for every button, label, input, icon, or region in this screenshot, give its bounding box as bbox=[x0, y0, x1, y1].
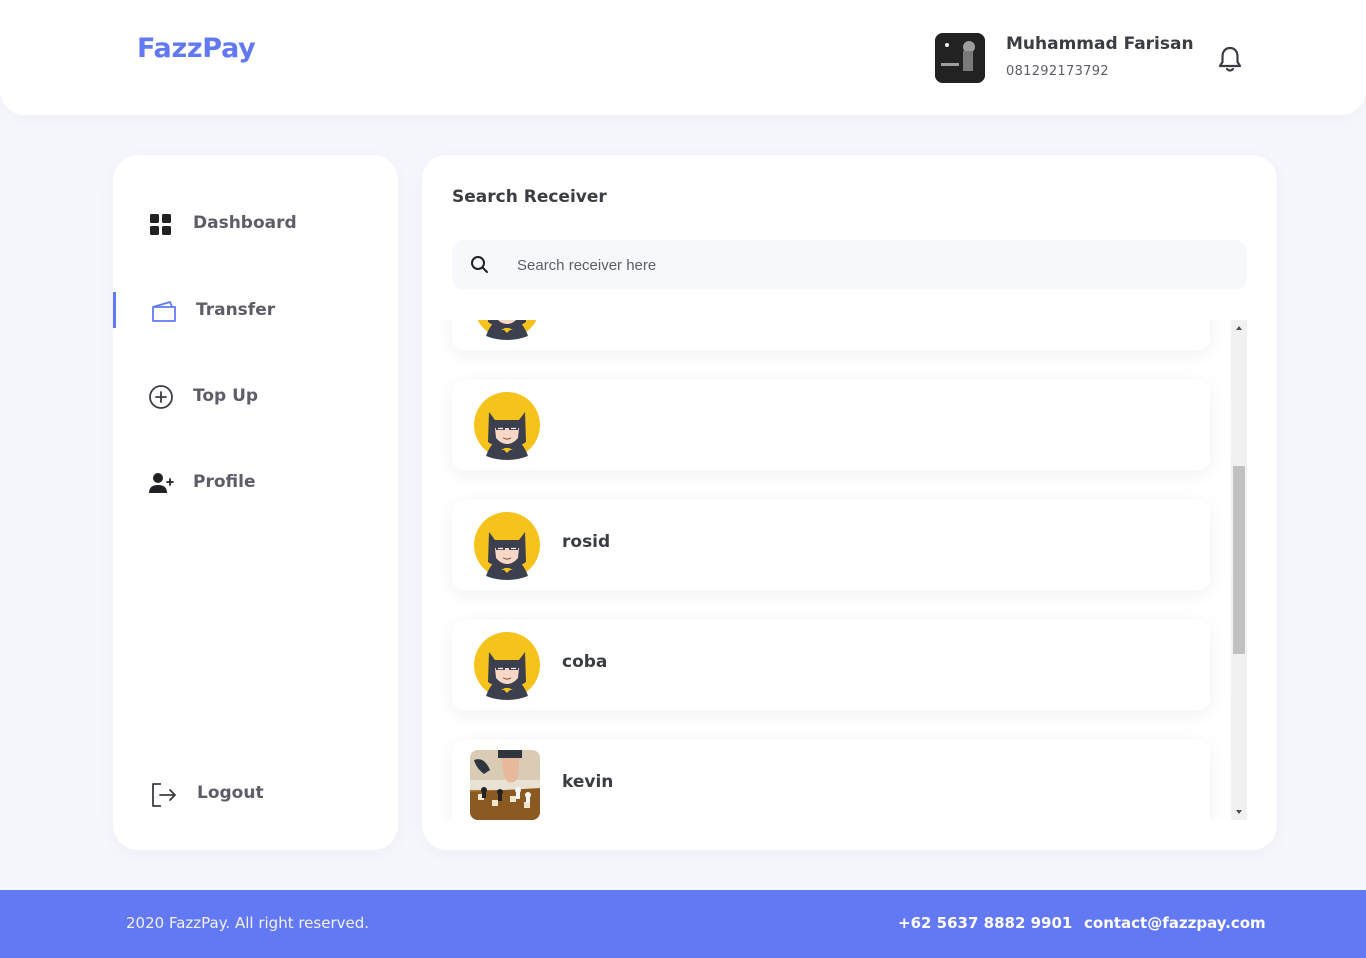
search-icon bbox=[470, 255, 490, 275]
user-phone: 081292173792 bbox=[1006, 64, 1109, 79]
sidebar-item-topup[interactable]: Top Up bbox=[113, 376, 398, 416]
scrollbar-thumb[interactable] bbox=[1233, 466, 1245, 654]
footer-email[interactable]: contact@fazzpay.com bbox=[1084, 914, 1266, 932]
receiver-card[interactable]: coba bbox=[452, 620, 1210, 710]
bell-icon[interactable] bbox=[1216, 44, 1244, 74]
user-avatar[interactable] bbox=[935, 33, 985, 83]
batman-avatar bbox=[472, 320, 542, 340]
transfer-panel: Search Receiver rosid coba bbox=[422, 155, 1277, 850]
footer: 2020 FazzPay. All right reserved. +62 56… bbox=[0, 890, 1366, 958]
chess-photo bbox=[470, 750, 540, 820]
receiver-name: rosid bbox=[562, 532, 611, 552]
sidebar-item-dashboard[interactable]: Dashboard bbox=[113, 203, 398, 243]
batman-avatar bbox=[472, 630, 542, 700]
batman-avatar bbox=[472, 390, 542, 460]
search-bar[interactable] bbox=[452, 240, 1247, 290]
receiver-list[interactable]: rosid coba kevin bbox=[422, 320, 1247, 820]
receiver-card[interactable] bbox=[452, 320, 1210, 350]
receiver-name: kevin bbox=[562, 772, 614, 792]
page-title: Search Receiver bbox=[452, 187, 607, 207]
sidebar-item-label: Dashboard bbox=[193, 213, 297, 233]
batman-avatar bbox=[472, 510, 542, 580]
app-logo[interactable]: FazzPay bbox=[137, 33, 256, 64]
footer-phone[interactable]: +62 5637 8882 9901 bbox=[898, 914, 1072, 932]
user-name: Muhammad Farisan bbox=[1006, 34, 1194, 54]
logout-icon bbox=[150, 781, 176, 807]
logout-button[interactable]: Logout bbox=[113, 773, 398, 813]
footer-copyright: 2020 FazzPay. All right reserved. bbox=[126, 914, 370, 932]
user-plus-icon bbox=[148, 470, 174, 496]
sidebar-item-profile[interactable]: Profile bbox=[113, 462, 398, 502]
receiver-card[interactable]: rosid bbox=[452, 500, 1210, 590]
logout-label: Logout bbox=[197, 783, 264, 803]
receiver-card[interactable]: kevin bbox=[452, 740, 1210, 820]
wallet-icon bbox=[150, 298, 176, 324]
sidebar: Dashboard Transfer Top Up Profile Logout bbox=[113, 155, 398, 850]
sidebar-item-label: Transfer bbox=[196, 300, 276, 320]
sidebar-item-label: Profile bbox=[193, 472, 256, 492]
scroll-up-arrow-icon[interactable] bbox=[1231, 320, 1247, 336]
scroll-down-arrow-icon[interactable] bbox=[1231, 804, 1247, 820]
sidebar-item-label: Top Up bbox=[193, 386, 259, 406]
active-indicator bbox=[113, 292, 116, 328]
search-input[interactable] bbox=[517, 240, 1217, 290]
plus-circle-icon bbox=[148, 384, 174, 410]
receiver-card[interactable] bbox=[452, 380, 1210, 470]
top-header: FazzPay Muhammad Farisan 081292173792 bbox=[0, 0, 1366, 115]
dashboard-grid-icon bbox=[148, 211, 174, 237]
receiver-name: coba bbox=[562, 652, 608, 672]
sidebar-item-transfer[interactable]: Transfer bbox=[113, 290, 398, 330]
list-scrollbar[interactable] bbox=[1231, 320, 1247, 820]
